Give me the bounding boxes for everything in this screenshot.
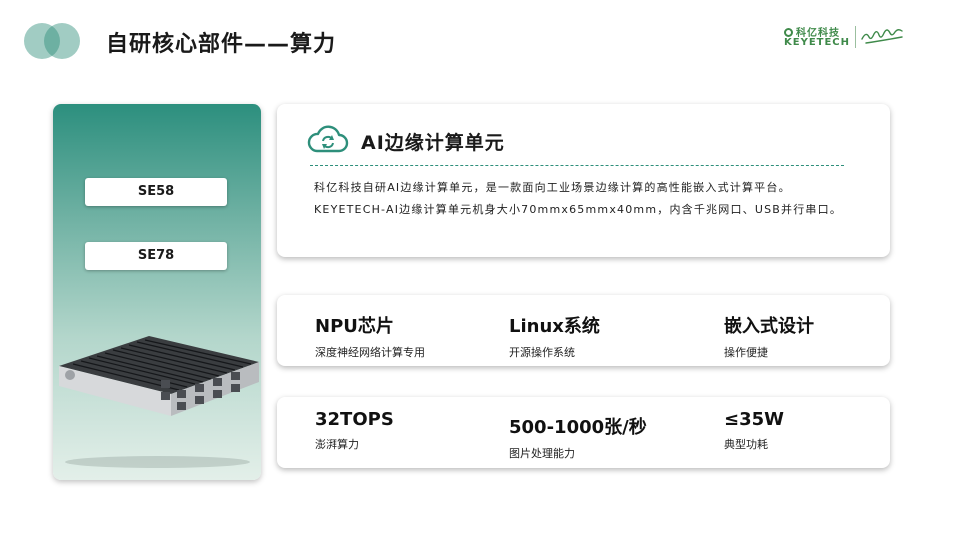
brand-mark-icon bbox=[784, 28, 793, 37]
feature-subtitle: 操作便捷 bbox=[724, 346, 768, 359]
brand-logo: 科亿科技 KEYETECH bbox=[784, 24, 914, 50]
intro-title: AI边缘计算单元 bbox=[361, 132, 505, 154]
brand-separator bbox=[855, 26, 856, 48]
spec-title: 500-1000张/秒 bbox=[509, 417, 647, 438]
feature-npu: NPU芯片 深度神经网络计算专用 bbox=[315, 312, 425, 360]
feature-subtitle: 开源操作系统 bbox=[509, 346, 575, 359]
spec-title: ≤35W bbox=[724, 409, 784, 430]
model-label-se78[interactable]: SE78 bbox=[85, 242, 227, 270]
spec-throughput: 500-1000张/秒 图片处理能力 bbox=[509, 413, 647, 461]
feature-embedded: 嵌入式设计 操作便捷 bbox=[724, 312, 814, 360]
intro-card: AI边缘计算单元 科亿科技自研AI边缘计算单元，是一款面向工业场景边缘计算的高性… bbox=[277, 104, 890, 257]
feature-title: Linux系统 bbox=[509, 316, 600, 337]
specs-card: 32TOPS 澎湃算力 500-1000张/秒 图片处理能力 ≤35W 典型功耗 bbox=[277, 397, 890, 468]
header-logo-circles bbox=[24, 23, 80, 59]
brand-slogan-signature bbox=[861, 29, 903, 44]
spec-compute: 32TOPS 澎湃算力 bbox=[315, 409, 394, 452]
spec-subtitle: 典型功耗 bbox=[724, 438, 768, 451]
spec-subtitle: 澎湃算力 bbox=[315, 438, 359, 451]
feature-linux: Linux系统 开源操作系统 bbox=[509, 312, 600, 360]
edge-computing-device-image bbox=[59, 336, 259, 416]
intro-description: 科亿科技自研AI边缘计算单元，是一款面向工业场景边缘计算的高性能嵌入式计算平台。… bbox=[314, 181, 843, 216]
logo-circle-right bbox=[44, 23, 80, 59]
device-panel: SE58 SE78 bbox=[53, 104, 261, 480]
intro-divider bbox=[310, 165, 844, 166]
spec-power: ≤35W 典型功耗 bbox=[724, 409, 784, 452]
brand-name-en: KEYETECH bbox=[784, 37, 851, 48]
device-shadow bbox=[65, 456, 250, 468]
spec-title: 32TOPS bbox=[315, 409, 394, 430]
cloud-sync-icon bbox=[307, 125, 349, 153]
model-label-se58[interactable]: SE58 bbox=[85, 178, 227, 206]
features-card: NPU芯片 深度神经网络计算专用 Linux系统 开源操作系统 嵌入式设计 操作… bbox=[277, 295, 890, 366]
feature-title: 嵌入式设计 bbox=[724, 316, 814, 337]
page-title: 自研核心部件——算力 bbox=[106, 32, 337, 57]
feature-subtitle: 深度神经网络计算专用 bbox=[315, 346, 425, 359]
feature-title: NPU芯片 bbox=[315, 316, 394, 337]
spec-subtitle: 图片处理能力 bbox=[509, 447, 575, 460]
